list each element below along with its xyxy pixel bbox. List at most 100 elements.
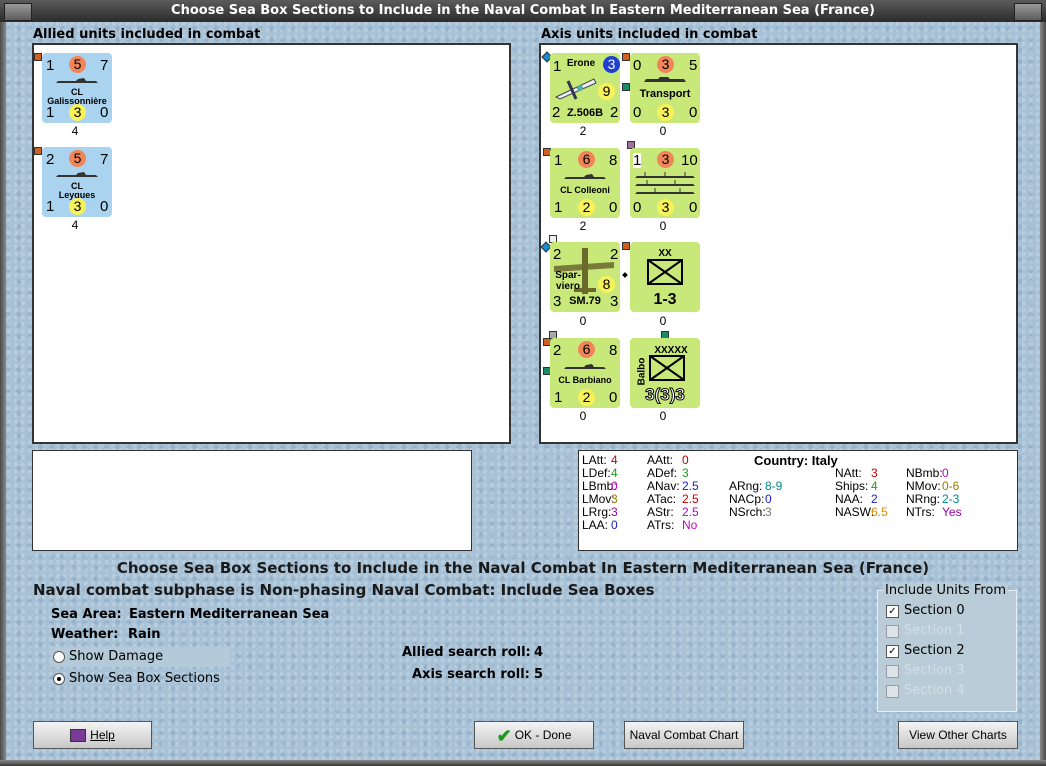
unit-count: 0 [659,124,667,138]
stat-value: 3 [871,466,878,480]
section-0-checkbox[interactable]: ✓ [886,605,899,618]
unit-marker-icon [622,242,630,250]
section-4-label: Section 4 [904,683,965,698]
stat-value: 3 [611,492,618,506]
show-sea-box-option[interactable]: Show Sea Box Sections [50,669,230,689]
axis-counter-infantry-division[interactable]: XX 1-3 [630,242,700,312]
stat-label: ARng: [729,479,763,493]
allied-counter-galissonniere[interactable]: 1 5 7 CL Galissonnière 1 3 0 [42,53,112,123]
unit-count: 4 [71,218,79,232]
view-other-charts-button[interactable]: View Other Charts [898,721,1018,749]
stat-label: LRrg: [582,505,612,519]
stat-label: NSrch: [729,505,766,519]
stat-value: No [682,518,698,532]
sea-area-label: Sea Area: [51,607,122,622]
cruiser-silhouette-icon [564,174,606,179]
sea-area-value: Eastern Mediterranean Sea [129,607,330,622]
stat-value: 3 [682,466,689,480]
stat-value: 0 [682,453,689,467]
counter-value: 0 [609,199,618,216]
axis-search-value: 5 [534,667,544,682]
stat-label: ATrs: [647,518,675,532]
unit-size: XX [658,248,672,259]
counter-value: 1 [46,57,55,74]
window-bottom-border [0,760,1046,766]
unit-marker-icon [34,53,42,61]
counter-value: 1 [633,152,642,169]
show-damage-label: Show Damage [69,649,164,664]
unit-stats-panel: Country: Italy LAtt: 4 LDef: 4 LBmb: 0 LMov: 3 L… [578,450,1018,551]
counter-value: 2 [46,151,55,168]
axis-counter-erone[interactable]: 1 Erone 3 9 2 Z.506B 2 [550,53,620,123]
naval-combat-chart-button[interactable]: Naval Combat Chart [624,721,744,749]
window-right-border [1040,22,1046,766]
stat-value: 0 [942,466,949,480]
counter-value: 1 [46,104,55,121]
include-units-group: Include Units From ✓ Section 0 Section 1 ✓ S… [877,583,1017,712]
cruiser-silhouette-icon [56,172,98,177]
unit-name: Transport [639,88,691,100]
unit-marker-icon [622,83,630,91]
section-2-checkbox[interactable]: ✓ [886,645,899,658]
axis-counter-barbiano[interactable]: 2 6 8 CL Barbiano 1 2 0 [550,338,620,408]
weather-value: Rain [128,627,161,642]
stat-value: 3 [765,505,772,519]
show-damage-option[interactable]: Show Damage [50,647,230,667]
stat-label: NTrs: [906,505,935,519]
system-menu-button[interactable] [4,3,32,21]
show-sea-box-radio[interactable] [53,673,65,685]
ok-done-label: OK - Done [514,728,572,742]
stat-label: NACp: [729,492,765,506]
allied-counter-leygues[interactable]: 2 5 7 CL Leygues 1 3 0 [42,147,112,217]
attack-value: 6 [578,151,595,168]
section-1-checkbox[interactable] [886,625,899,638]
unit-count: 2 [579,124,587,138]
show-damage-radio[interactable] [53,651,65,663]
axis-units-header: Axis units included in combat [541,27,758,42]
axis-counter-transport[interactable]: 0 3 5 Transport 0 3 0 [630,53,700,123]
attack-value: 5 [69,56,86,73]
axis-units-panel[interactable]: 1 Erone 3 9 2 Z.506B 2 2 0 3 5 Transport… [539,43,1018,444]
stat-value: 4 [611,453,618,467]
window-control-button[interactable] [1014,3,1042,21]
axis-counter-balbo[interactable]: XXXXX Balbo 3(3)3 [630,338,700,408]
stat-label: LAA: [582,518,609,532]
stat-value: 0 [765,492,772,506]
axis-search-label: Axis search roll: [412,667,530,682]
unit-strength: 1-3 [653,291,677,308]
country-label: Country: Italy [754,453,838,468]
attack-value: 3 [657,56,674,73]
section-1-label: Section 1 [904,623,965,638]
unit-name: CL Colleoni [560,185,610,195]
defense-value: 3 [657,104,674,121]
hq-symbol-icon [649,355,685,381]
counter-value: 5 [689,57,698,74]
window-left-border [0,22,6,766]
section-4-checkbox[interactable] [886,685,899,698]
cruiser-silhouette-icon [564,364,606,369]
unit-count: 2 [579,219,587,233]
stat-value: 0 [611,518,618,532]
section-3-checkbox[interactable] [886,665,899,678]
axis-counter-sparviero[interactable]: 2 2 Spar- viero 8 3 SM.79 3 [550,242,620,312]
unit-count: 0 [579,409,587,423]
stat-label: AAtt: [647,453,674,467]
counter-value: 1 [554,152,563,169]
range-value: 3 [603,56,620,73]
allied-units-panel[interactable]: 1 5 7 CL Galissonnière 1 3 0 4 2 5 7 CL … [32,43,511,444]
counter-value: 7 [100,151,109,168]
help-label: Help [90,728,115,742]
unit-size: XXXXX [654,345,688,356]
ok-done-button[interactable]: ✔ OK - Done [474,721,594,749]
help-button[interactable]: Help [33,721,152,749]
seaplane-icon [554,78,597,100]
cruiser-silhouette-icon [56,78,98,83]
axis-counter-colleoni[interactable]: 1 6 8 CL Colleoni 1 2 0 [550,148,620,218]
infantry-symbol-icon [647,259,683,285]
axis-counter-convoy[interactable]: 1 3 10 0 3 0 [630,148,700,218]
unit-name: Spar- viero [555,270,581,292]
unit-name: CL Barbiano [558,375,612,385]
strength-value: 8 [598,276,615,293]
stat-label: LAtt: [582,453,607,467]
unit-count: 0 [579,314,587,328]
